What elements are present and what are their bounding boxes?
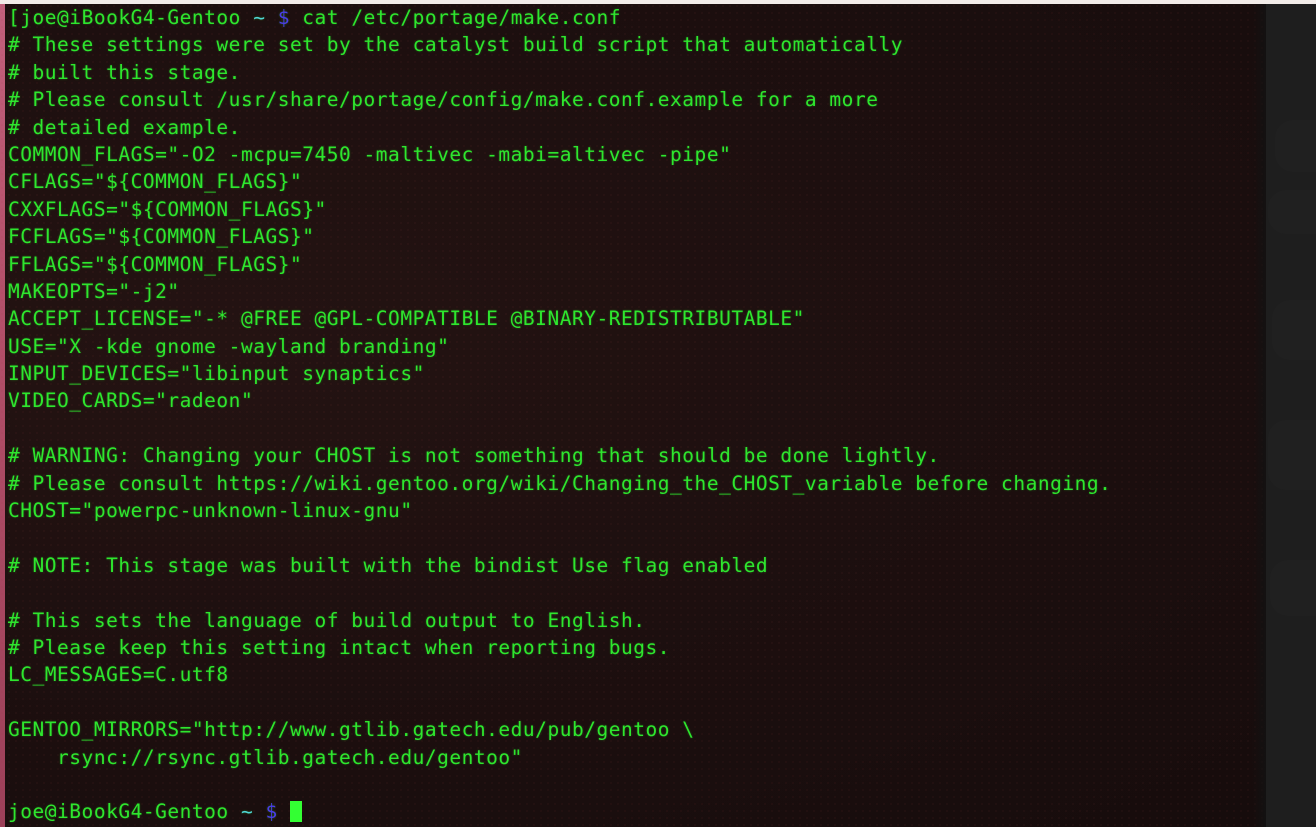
output-line: # WARNING: Changing your CHOST is not so…: [8, 444, 940, 468]
output-line: GENTOO_MIRRORS="http://www.gtlib.gatech.…: [8, 718, 695, 742]
prompt-bracket: [: [8, 6, 21, 29]
terminal-window[interactable]: [joe@iBookG4-Gentoo ~ $ cat /etc/portage…: [0, 4, 1266, 827]
prompt-cwd: ~: [240, 800, 254, 824]
output-line: USE="X -kde gnome -wayland branding": [8, 334, 450, 358]
output-line: MAKEOPTS="-j2": [8, 279, 180, 303]
output-line: # Please keep this setting intact when r…: [8, 635, 671, 659]
prompt-space-1: [241, 6, 253, 29]
terminal-left-border: [0, 4, 5, 827]
prompt-space-2: [265, 6, 277, 29]
output-line: LC_MESSAGES=C.utf8: [8, 663, 229, 687]
backdrop-blob: [1272, 300, 1316, 360]
prompt-space-2: [253, 800, 265, 823]
backdrop-blob: [1268, 190, 1316, 234]
prompt-symbol: $: [265, 800, 278, 824]
terminal-output-area[interactable]: [joe@iBookG4-Gentoo ~ $ cat /etc/portage…: [8, 4, 1266, 827]
command-output: # These settings were set by the catalys…: [8, 31, 1266, 798]
output-line: VIDEO_CARDS="radeon": [8, 389, 254, 413]
output-line: # built this stage.: [8, 60, 241, 84]
backdrop-blob: [1270, 560, 1316, 616]
output-line: ACCEPT_LICENSE="-* @FREE @GPL-COMPATIBLE…: [8, 307, 805, 331]
output-line: CXXFLAGS="${COMMON_FLAGS}": [8, 197, 327, 221]
output-line: # Please consult https://wiki.gentoo.org…: [8, 471, 1112, 495]
command-text: cat /etc/portage/make.conf: [302, 6, 622, 29]
output-line: CHOST="powerpc-unknown-linux-gnu": [8, 499, 413, 523]
output-line: INPUT_DEVICES="libinput synaptics": [8, 362, 425, 386]
prompt-cwd: ~: [253, 6, 266, 29]
output-line: FFLAGS="${COMMON_FLAGS}": [8, 252, 303, 276]
output-line: # Please consult /usr/share/portage/conf…: [8, 88, 879, 112]
backdrop-blob: [1275, 120, 1316, 172]
prompt-user-host: joe@iBookG4-Gentoo: [20, 6, 241, 29]
text-cursor[interactable]: [290, 801, 303, 823]
output-line: FCFLAGS="${COMMON_FLAGS}": [8, 225, 315, 249]
output-line: CFLAGS="${COMMON_FLAGS}": [8, 170, 303, 194]
prompt-space-3: [278, 800, 290, 823]
output-line: rsync://rsync.gtlib.gatech.edu/gentoo": [8, 745, 523, 769]
active-prompt-line[interactable]: joe@iBookG4-Gentoo ~ $: [8, 798, 1266, 825]
output-line: # These settings were set by the catalys…: [8, 33, 903, 57]
output-line: COMMON_FLAGS="-O2 -mcpu=7450 -maltivec -…: [8, 142, 732, 166]
prompt-space-3: [290, 6, 302, 29]
backdrop-blob: [1268, 420, 1316, 490]
prompt-space-1: [229, 800, 241, 823]
output-line: # This sets the language of build output…: [8, 608, 646, 632]
prompt-symbol: $: [277, 6, 291, 29]
output-line: # NOTE: This stage was built with the bi…: [8, 553, 769, 577]
prompt-user-host: joe@iBookG4-Gentoo: [8, 800, 229, 824]
command-line: [joe@iBookG4-Gentoo ~ $ cat /etc/portage…: [8, 4, 1266, 31]
output-line: # detailed example.: [8, 115, 241, 139]
screen: [joe@iBookG4-Gentoo ~ $ cat /etc/portage…: [0, 0, 1316, 827]
